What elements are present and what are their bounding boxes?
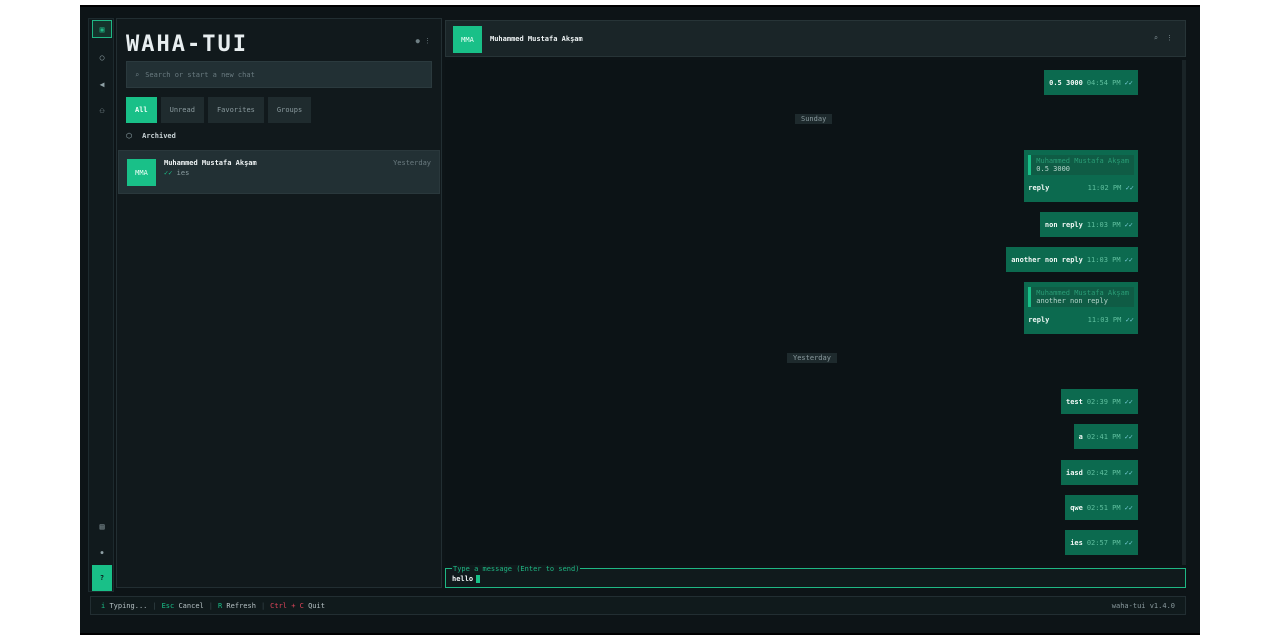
search-icon: ⌕ [135,70,140,79]
double-check-icon: ✓✓ [1124,538,1133,547]
shortcut-label: Refresh [226,601,256,610]
message-text: non reply [1044,220,1083,229]
double-check-icon: ✓✓ [1124,78,1133,87]
message-text: reply [1028,184,1050,192]
preview-text: ies [176,169,190,177]
communities-icon[interactable]: ⚇ [92,101,112,119]
message-text: another non reply [1011,255,1083,264]
message-bubble[interactable]: Muhammed Mustafa Akşam 0.5 3000 reply 11:02… [1024,150,1138,202]
quote-author: Muhammed Mustafa Akşam [1036,289,1129,297]
more-menu-icon[interactable]: ● ⋮ [416,37,431,45]
avatar: MMA [127,159,156,186]
tab-groups[interactable]: Groups [267,97,312,123]
nav-rail: ▣ ○ ◀ ⚇ ▤ ● [88,18,114,592]
help-button[interactable]: ? [92,565,112,591]
message-bubble[interactable]: a 02:41 PM ✓✓ [1073,424,1138,449]
filter-tabs: All Unread Favorites Groups [126,97,312,123]
message-text: a [1078,432,1083,441]
message-list: 0.5 3000 04:54 PM ✓✓ Sunday Muhammed Mustafa… [445,60,1186,565]
message-text: 0.5 3000 [1049,78,1083,87]
settings-icon[interactable]: ● [92,544,112,562]
archive-icon[interactable]: ▤ [92,517,112,535]
message-time: 11:02 PM [1087,184,1122,192]
avatar: MMA [453,26,482,53]
mode-key: i [101,601,106,610]
status-bar: i Typing... | Esc Cancel | R Refresh | Ctrl… [90,596,1186,615]
status-icon[interactable]: ○ [92,48,112,66]
tab-favorites[interactable]: Favorites [207,97,264,123]
text-cursor [476,575,481,583]
quote-author: Muhammed Mustafa Akşam [1036,157,1129,165]
message-bubble[interactable]: another non reply 11:03 PM ✓✓ [1006,247,1138,272]
message-input[interactable]: Type a message (Enter to send) hello [445,565,1186,588]
date-separator: Sunday [795,114,833,124]
chat-time: Yesterday [393,159,431,167]
contact-name: Muhammed Mustafa Akşam [490,35,583,43]
tab-all[interactable]: All [126,97,157,123]
double-check-icon: ✓✓ [1125,316,1134,324]
message-bubble[interactable]: test 02:39 PM ✓✓ [1060,389,1138,414]
double-check-icon: ✓✓ [1125,184,1134,192]
message-time: 11:03 PM [1086,255,1121,264]
chat-list-item[interactable]: MMA Muhammed Mustafa Akşam ✓✓ ies Yester… [118,150,440,194]
search-icon[interactable]: ⌕ [1154,34,1158,42]
tab-unread[interactable]: Unread [160,97,204,123]
quoted-message[interactable]: Muhammed Mustafa Akşam 0.5 3000 [1028,155,1134,175]
search-input[interactable]: ⌕ Search or start a new chat [126,61,432,88]
date-separator: Yesterday [787,353,837,363]
message-time: 02:42 PM [1086,468,1121,477]
archive-box-icon: ⬡ [126,132,133,140]
message-time: 02:57 PM [1086,538,1121,547]
message-bubble[interactable]: non reply 11:03 PM ✓✓ [1039,212,1138,237]
app-logo: WAHA-TUI [126,32,248,57]
double-check-icon: ✓✓ [1124,255,1133,264]
message-time: 02:41 PM [1086,432,1121,441]
shortcut-key: Ctrl + C [270,601,304,610]
double-check-icon: ✓✓ [1124,220,1133,229]
more-menu-icon[interactable]: ⋮ [1166,34,1173,42]
shortcut-key: Esc [161,601,175,610]
message-time: 11:03 PM [1086,220,1121,229]
double-check-icon: ✓✓ [1124,432,1133,441]
chat-header: MMA Muhammed Mustafa Akşam ⌕ ⋮ [445,20,1186,57]
message-bubble[interactable]: 0.5 3000 04:54 PM ✓✓ [1044,70,1138,95]
quote-text: another non reply [1036,297,1108,305]
chat-preview: ✓✓ ies [164,169,189,177]
message-bubble[interactable]: Muhammed Mustafa Akşam another non reply r… [1024,282,1138,334]
archived-row[interactable]: ⬡ Archived [126,132,176,140]
message-bubble[interactable]: ies 02:57 PM ✓✓ [1065,530,1138,555]
message-text: test [1065,397,1083,406]
double-check-icon: ✓✓ [1124,397,1133,406]
message-bubble[interactable]: iasd 02:42 PM ✓✓ [1060,460,1138,485]
message-time: 02:51 PM [1086,503,1121,512]
search-placeholder: Search or start a new chat [145,70,255,79]
message-time: 04:54 PM [1086,78,1121,87]
message-text: iasd [1065,468,1083,477]
message-text: ies [1070,538,1083,547]
version-label: waha-tui v1.4.0 [1111,601,1175,610]
message-time: 11:03 PM [1087,316,1122,324]
mode-label: Typing... [109,601,148,610]
double-check-icon: ✓✓ [164,169,173,177]
message-time: 02:39 PM [1086,397,1121,406]
message-bubble[interactable]: qwe 02:51 PM ✓✓ [1065,495,1138,520]
quote-text: 0.5 3000 [1036,165,1070,173]
shortcut-label: Quit [308,601,325,610]
input-label: Type a message (Enter to send) [452,565,581,573]
shortcut-key: R [217,601,223,610]
quoted-message[interactable]: Muhammed Mustafa Akşam another non reply [1028,287,1134,307]
input-value: hello [452,575,474,583]
chat-icon[interactable]: ▣ [92,20,112,38]
channels-icon[interactable]: ◀ [92,75,112,93]
double-check-icon: ✓✓ [1124,503,1133,512]
archived-label: Archived [142,132,176,140]
chat-name: Muhammed Mustafa Akşam [164,159,257,167]
chat-list-panel: WAHA-TUI ● ⋮ ⌕ Search or start a new chat… [116,18,442,588]
shortcut-label: Cancel [178,601,204,610]
message-text: qwe [1070,503,1083,512]
message-text: reply [1028,316,1050,324]
double-check-icon: ✓✓ [1124,468,1133,477]
